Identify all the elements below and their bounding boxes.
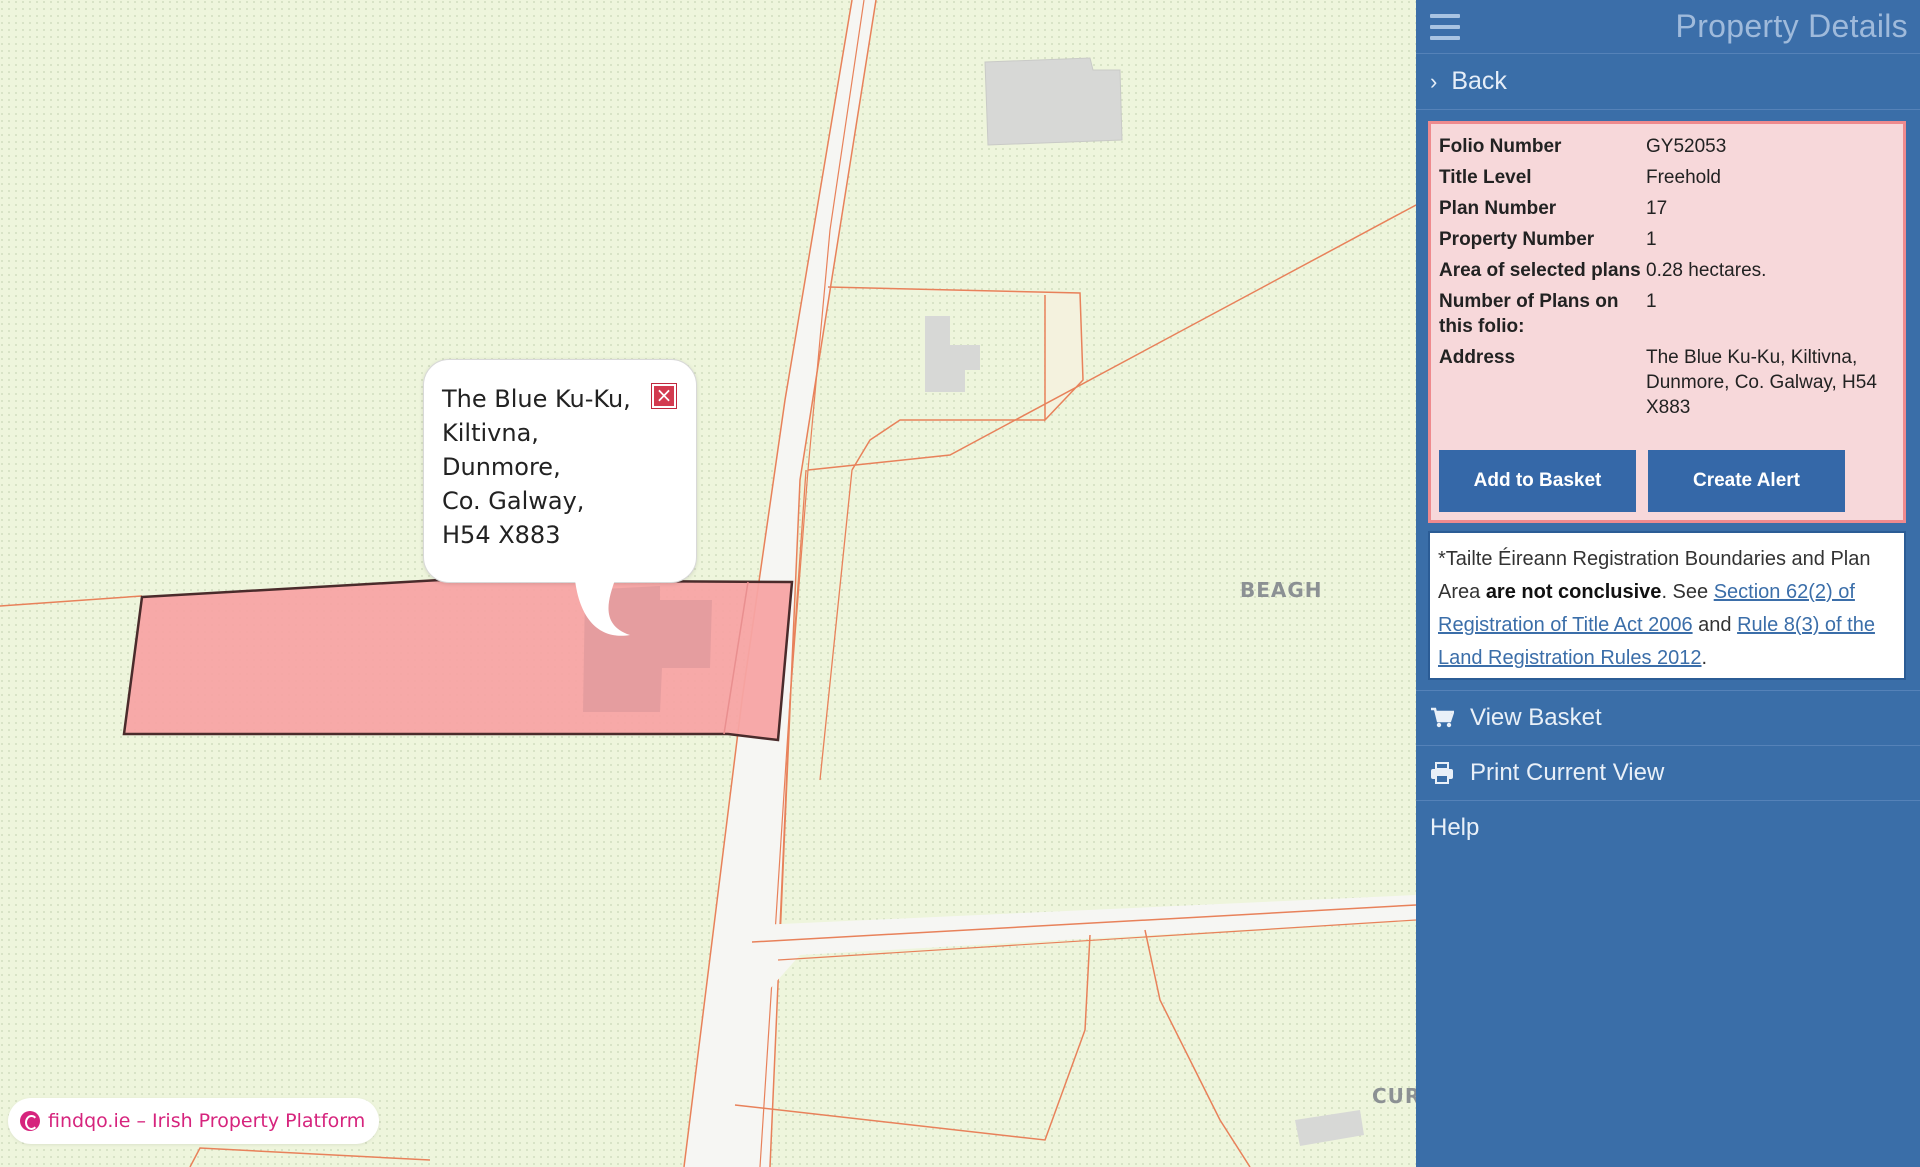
back-button[interactable]: › Back (1416, 54, 1920, 110)
disclaimer-bold: are not conclusive (1485, 581, 1662, 603)
detail-value: 17 (1646, 198, 1668, 219)
disclaimer-and: and (1698, 614, 1732, 636)
detail-value: 1 (1646, 291, 1657, 312)
detail-label: Plan Number (1439, 198, 1557, 219)
create-alert-button[interactable]: Create Alert (1648, 450, 1845, 512)
popup-tail (575, 580, 630, 636)
detail-row: Plan Number 17 (1439, 196, 1895, 221)
property-details-box: Folio Number GY52053 Title Level Freehol… (1428, 121, 1906, 523)
detail-label: Property Number (1439, 229, 1595, 250)
townland-label: CUR (1372, 1084, 1416, 1108)
detail-value: The Blue Ku-Ku, Kiltivna, Dunmore, Co. G… (1646, 347, 1877, 418)
map-view[interactable]: The Blue Ku-Ku, Kiltivna, Dunmore, Co. G… (0, 0, 1416, 1167)
building (984, 57, 1123, 146)
popup-line: Kiltivna, (442, 419, 539, 447)
attribution-badge[interactable]: findqo.ie – Irish Property Platform (8, 1098, 380, 1144)
popup-line: Dunmore, (442, 453, 561, 481)
detail-label: Address (1439, 347, 1516, 368)
help-item[interactable]: Help (1416, 800, 1920, 855)
detail-row: Address The Blue Ku-Ku, Kiltivna, Dunmor… (1439, 345, 1895, 420)
print-view-item[interactable]: Print Current View (1416, 745, 1920, 800)
help-label: Help (1430, 814, 1480, 841)
view-basket-item[interactable]: View Basket (1416, 690, 1920, 745)
detail-label: Title Level (1439, 167, 1532, 188)
detail-value: 1 (1646, 229, 1657, 250)
disclaimer-end: . (1701, 647, 1708, 669)
detail-value: GY52053 (1646, 136, 1727, 157)
popup-line: H54 X883 (442, 521, 561, 549)
cart-icon (1430, 707, 1454, 729)
close-icon[interactable]: × (651, 383, 677, 409)
townland-label: BEAGH (1240, 578, 1323, 602)
panel-title: Property Details (1675, 8, 1908, 44)
detail-row: Folio Number GY52053 (1439, 134, 1895, 159)
disclaimer-see: . See (1661, 581, 1709, 603)
detail-row: Property Number 1 (1439, 227, 1895, 252)
popup-line: The Blue Ku-Ku, (442, 385, 631, 413)
detail-row: Title Level Freehold (1439, 165, 1895, 190)
add-to-basket-button[interactable]: Add to Basket (1439, 450, 1636, 512)
detail-row: Number of Plans on this folio: 1 (1439, 289, 1895, 339)
panel-menu: View Basket Print Current View Help (1416, 690, 1920, 855)
globe-icon (20, 1111, 40, 1131)
printer-icon (1430, 762, 1454, 784)
print-view-label: Print Current View (1470, 759, 1665, 786)
attribution-text: findqo.ie – Irish Property Platform (48, 1110, 366, 1132)
map-canvas[interactable] (0, 0, 1416, 1167)
view-basket-label: View Basket (1470, 704, 1602, 731)
detail-row: Area of selected plans 0.28 hectares. (1439, 258, 1895, 283)
detail-value: 0.28 hectares. (1646, 260, 1767, 281)
property-details-panel: Property Details › Back Folio Number GY5… (1416, 0, 1920, 1167)
detail-value: Freehold (1646, 167, 1721, 188)
hamburger-menu-icon[interactable] (1430, 13, 1460, 40)
panel-header: Property Details (1416, 0, 1920, 54)
action-buttons: Add to Basket Create Alert (1439, 450, 1845, 512)
chevron-right-icon: › (1430, 68, 1438, 94)
address-popup: The Blue Ku-Ku, Kiltivna, Dunmore, Co. G… (423, 359, 697, 583)
back-label: Back (1451, 67, 1507, 95)
detail-label: Area of selected plans (1439, 260, 1641, 281)
disclaimer-box: *Tailte Éireann Registration Boundaries … (1428, 531, 1906, 680)
detail-label: Folio Number (1439, 136, 1562, 157)
popup-line: Co. Galway, (442, 487, 585, 515)
detail-label: Number of Plans on this folio: (1439, 291, 1619, 337)
